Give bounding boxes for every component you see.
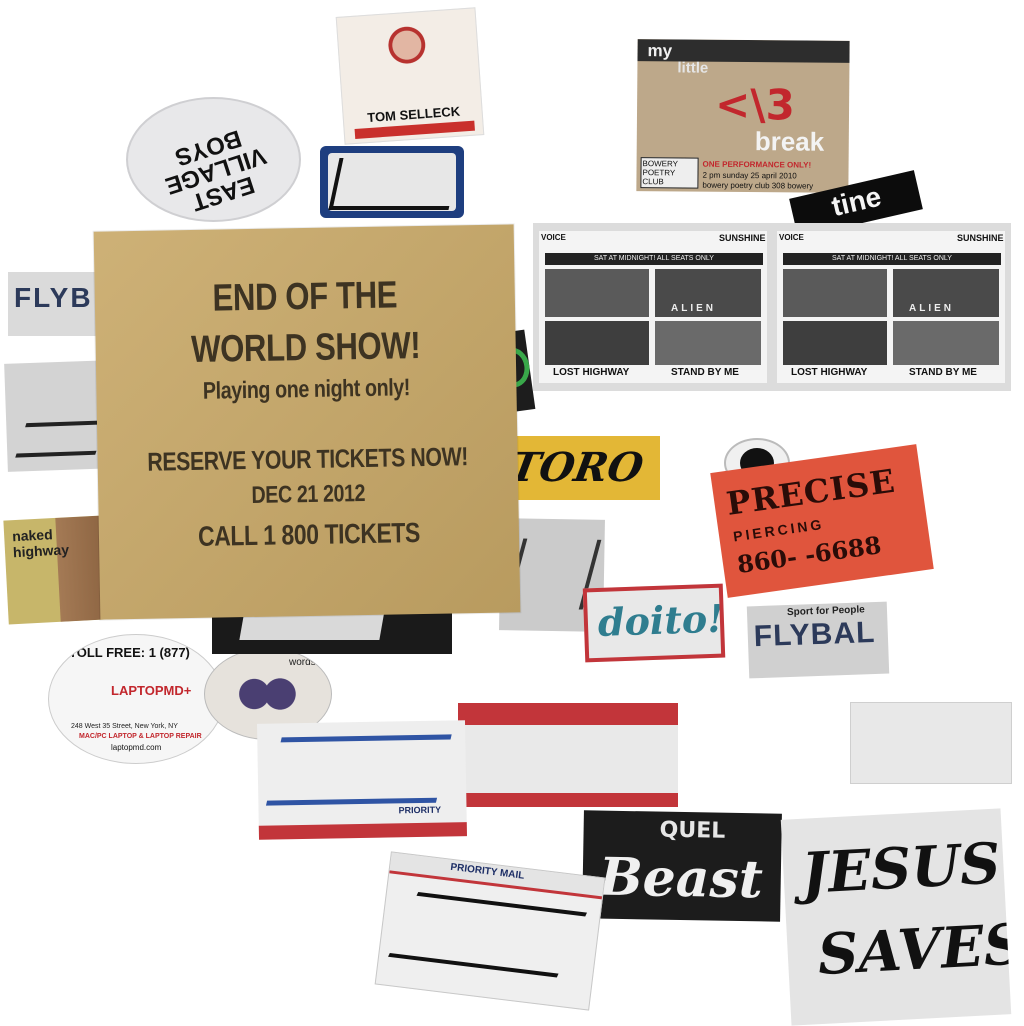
- bowery-club-label: BOWERY POETRY CLUB: [640, 157, 699, 189]
- my-name-is-label: my name is: [536, 707, 602, 721]
- east-village-boys-sticker: EAST VILLAGE BOYS: [126, 97, 301, 222]
- stand-by-me-label: STAND BY ME: [671, 367, 739, 378]
- words-label: words: [289, 657, 316, 668]
- film-still: [655, 321, 761, 365]
- bowery-little-label: little: [677, 59, 709, 77]
- sunshine-ad-right: VOICE SUNSHINE SAT AT MIDNIGHT! ALL SEAT…: [777, 231, 1005, 383]
- poster-line-1: END OF THE: [212, 274, 398, 320]
- saves-label: SAVES: [816, 911, 1012, 989]
- alien-label: ALIEN: [671, 303, 716, 314]
- voice-label: VOICE: [779, 233, 804, 242]
- end-of-world-poster: END OF THE WORLD SHOW! Playing one night…: [93, 224, 521, 620]
- bowery-heart-label: <\3: [714, 79, 796, 130]
- flyball-label: FLYBAL: [753, 616, 876, 654]
- quel-label: QUEL: [659, 817, 726, 844]
- midnight-label: SAT AT MIDNIGHT! ALL SEATS ONLY: [545, 253, 763, 265]
- toro-label: TORO: [505, 444, 647, 491]
- bowery-date-label: 2 pm sunday 25 april 2010: [702, 170, 797, 181]
- laptopmd-site: laptopmd.com: [111, 743, 162, 752]
- jesus-label: JESUS: [799, 830, 1002, 907]
- midnight-label: SAT AT MIDNIGHT! ALL SEATS ONLY: [783, 253, 1001, 265]
- portrait-illustration: [373, 18, 443, 104]
- graffiti-tag: [328, 158, 460, 210]
- flyb-label: FLYB: [14, 282, 93, 313]
- tom-selleck-sticker: TOM SELLECK: [335, 7, 485, 145]
- laptopmd-brand: LAPTOPMD+: [111, 683, 192, 698]
- sunshine-newspaper-ad: VOICE SUNSHINE SAT AT MIDNIGHT! ALL SEAT…: [533, 223, 1011, 391]
- poster-line-5: DEC 21 2012: [251, 479, 366, 509]
- sunshine-label: SUNSHINE: [719, 233, 766, 243]
- laptopmd-address: 248 West 35 Street, New York, NY: [71, 723, 178, 730]
- film-still: [783, 321, 887, 365]
- portrait-illustration: [227, 663, 305, 725]
- my-name-is-sticker: my name is: [458, 703, 678, 807]
- toll-free-label: TOLL FREE: 1 (877): [69, 645, 190, 660]
- film-still: [893, 321, 999, 365]
- graffiti-tag: [388, 891, 588, 978]
- voice-label: VOICE: [541, 233, 566, 242]
- toro-sticker: TORO: [498, 436, 660, 500]
- precise-label: PRECISE: [724, 461, 898, 523]
- laptopmd-sticker: TOLL FREE: 1 (877) LAPTOPMD+ 248 West 35…: [48, 634, 224, 764]
- beast-label: Beast: [598, 846, 764, 911]
- poster-line-4: RESERVE YOUR TICKETS NOW!: [147, 441, 469, 477]
- laptopmd-repair: MAC/PC LAPTOP & LAPTOP REPAIR: [79, 733, 202, 740]
- priority-tag-sticker: PRIORITY: [257, 720, 467, 840]
- bowery-venue-label: bowery poetry club 308 bowery: [702, 180, 814, 191]
- tine-label: tine: [828, 180, 885, 223]
- film-still: [545, 269, 649, 317]
- poster-line-6: CALL 1 800 TICKETS: [197, 517, 421, 552]
- film-still: [783, 269, 887, 317]
- priority-label: PRIORITY: [398, 804, 442, 816]
- stand-by-me-label: STAND BY ME: [909, 367, 977, 378]
- alien-label: ALIEN: [909, 303, 954, 314]
- film-still: [545, 321, 649, 365]
- lost-highway-label: LOST HIGHWAY: [553, 367, 630, 378]
- graffiti-tag: [265, 734, 452, 806]
- highway-label: highway: [12, 541, 70, 561]
- sunshine-ad-left: VOICE SUNSHINE SAT AT MIDNIGHT! ALL SEAT…: [539, 231, 767, 383]
- east-village-boys-label: EAST VILLAGE BOYS: [162, 124, 270, 217]
- bowery-break-label: break: [754, 126, 825, 157]
- sunshine-label: SUNSHINE: [957, 233, 1004, 243]
- jesus-saves-sticker: JESUS SAVES: [780, 808, 1012, 1026]
- priority-mail-sticker: PRIORITY MAIL: [374, 851, 606, 1011]
- bowery-my-label: my: [647, 41, 673, 61]
- blank-sticker: [850, 702, 1012, 784]
- poster-line-2: WORLD SHOW!: [190, 325, 421, 372]
- flyball-sticker: Sport for People FLYBAL: [746, 601, 890, 679]
- bowery-poetry-poster: my little <\3 break BOWERY POETRY CLUB O…: [636, 39, 850, 193]
- doito-label: doito!: [597, 595, 725, 645]
- lost-highway-label: LOST HIGHWAY: [791, 367, 868, 378]
- bowery-performance-label: ONE PERFORMANCE ONLY!: [702, 159, 812, 170]
- doito-sticker: doito!: [582, 583, 726, 663]
- flyb-sticker: FLYB: [8, 272, 108, 336]
- poster-line-3: Playing one night only!: [202, 374, 411, 405]
- blue-tag-sticker: [320, 146, 464, 218]
- quel-beast-sticker: QUEL Beast: [582, 810, 782, 922]
